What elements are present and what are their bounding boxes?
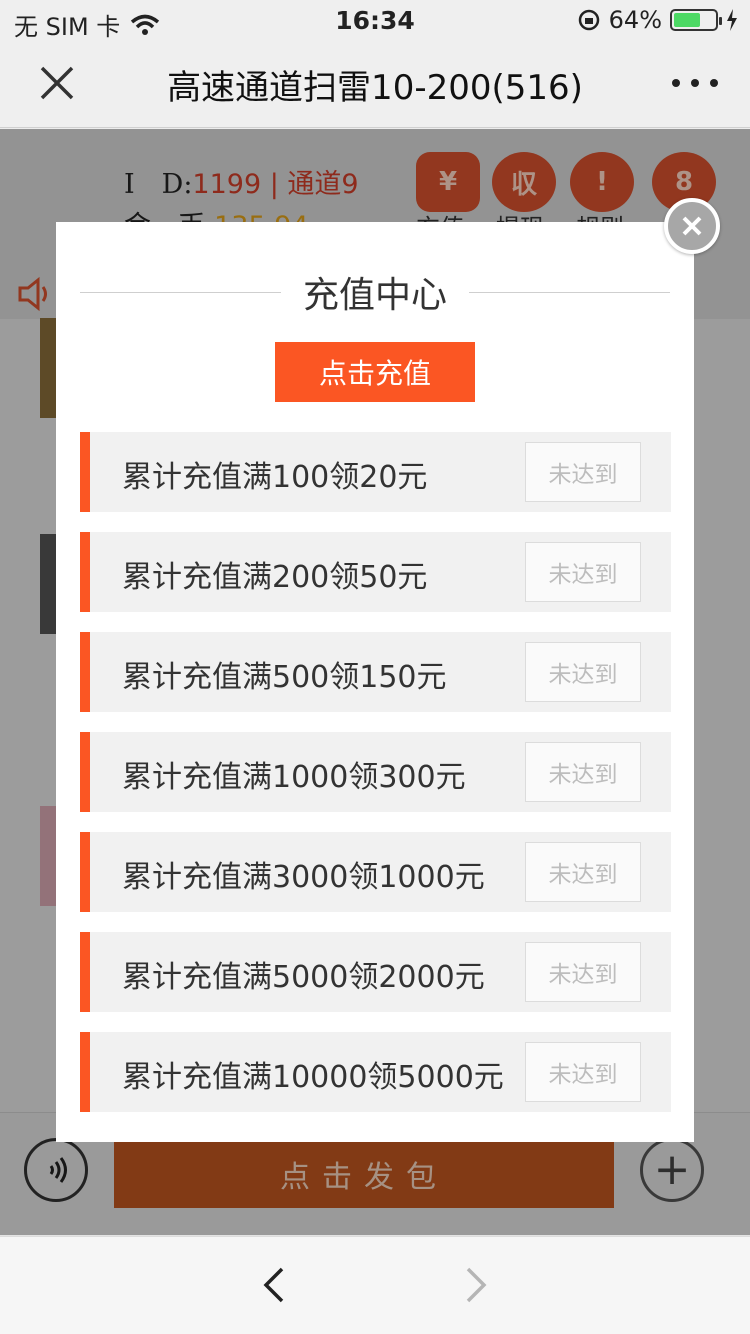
status-bar: 无 SIM 卡 16:34 64% xyxy=(0,0,750,41)
reward-row: 累计充值满5000领2000元 未达到 xyxy=(80,932,671,1012)
battery-fill xyxy=(674,13,700,27)
modal-title: 充值中心 xyxy=(303,275,448,316)
reward-text: 累计充值满3000领1000元 xyxy=(122,860,485,895)
reward-row: 累计充值满200领50元 未达到 xyxy=(80,532,671,612)
modal-title-row: 充值中心 xyxy=(80,268,671,316)
status-right: 64% xyxy=(577,6,738,34)
reward-status-button[interactable]: 未达到 xyxy=(525,642,641,702)
reward-status-button[interactable]: 未达到 xyxy=(525,442,641,502)
reward-status-button[interactable]: 未达到 xyxy=(525,1042,641,1102)
reward-row: 累计充值满3000领1000元 未达到 xyxy=(80,832,671,912)
reward-text: 累计充值满1000领300元 xyxy=(122,760,466,795)
reward-status-button[interactable]: 未达到 xyxy=(525,742,641,802)
nav-bar: 高速通道扫雷10-200(516) xyxy=(0,40,750,128)
reward-text: 累计充值满100领20元 xyxy=(122,460,428,495)
reward-status-button[interactable]: 未达到 xyxy=(525,842,641,902)
reward-row: 累计充值满1000领300元 未达到 xyxy=(80,732,671,812)
recharge-center-modal: 充值中心 点击充值 累计充值满100领20元 未达到 累计充值满200领50元 … xyxy=(56,222,694,1142)
battery-icon xyxy=(670,9,722,31)
page-title: 高速通道扫雷10-200(516) xyxy=(167,68,583,108)
reward-text: 累计充值满5000领2000元 xyxy=(122,960,485,995)
close-icon xyxy=(682,216,702,236)
browser-toolbar xyxy=(0,1236,750,1334)
close-icon[interactable] xyxy=(36,62,78,104)
reward-status-button[interactable]: 未达到 xyxy=(525,542,641,602)
recharge-button[interactable]: 点击充值 xyxy=(275,342,475,402)
modal-close-icon[interactable] xyxy=(664,198,720,254)
reward-text: 累计充值满200领50元 xyxy=(122,560,428,595)
divider xyxy=(469,291,671,293)
reward-status-button[interactable]: 未达到 xyxy=(525,942,641,1002)
more-menu-icon[interactable] xyxy=(672,76,718,90)
reward-list: 累计充值满100领20元 未达到 累计充值满200领50元 未达到 累计充值满5… xyxy=(80,432,671,1132)
reward-text: 累计充值满10000领5000元 xyxy=(122,1060,504,1095)
charging-icon xyxy=(727,9,737,31)
back-arrow-icon[interactable] xyxy=(258,1265,288,1305)
battery-percent: 64% xyxy=(608,6,662,34)
rotation-lock-icon xyxy=(578,9,599,31)
reward-text: 累计充值满500领150元 xyxy=(122,660,447,695)
divider xyxy=(80,291,281,293)
reward-row: 累计充值满10000领5000元 未达到 xyxy=(80,1032,671,1112)
reward-row: 累计充值满100领20元 未达到 xyxy=(80,432,671,512)
reward-row: 累计充值满500领150元 未达到 xyxy=(80,632,671,712)
forward-arrow-icon[interactable] xyxy=(462,1265,492,1305)
